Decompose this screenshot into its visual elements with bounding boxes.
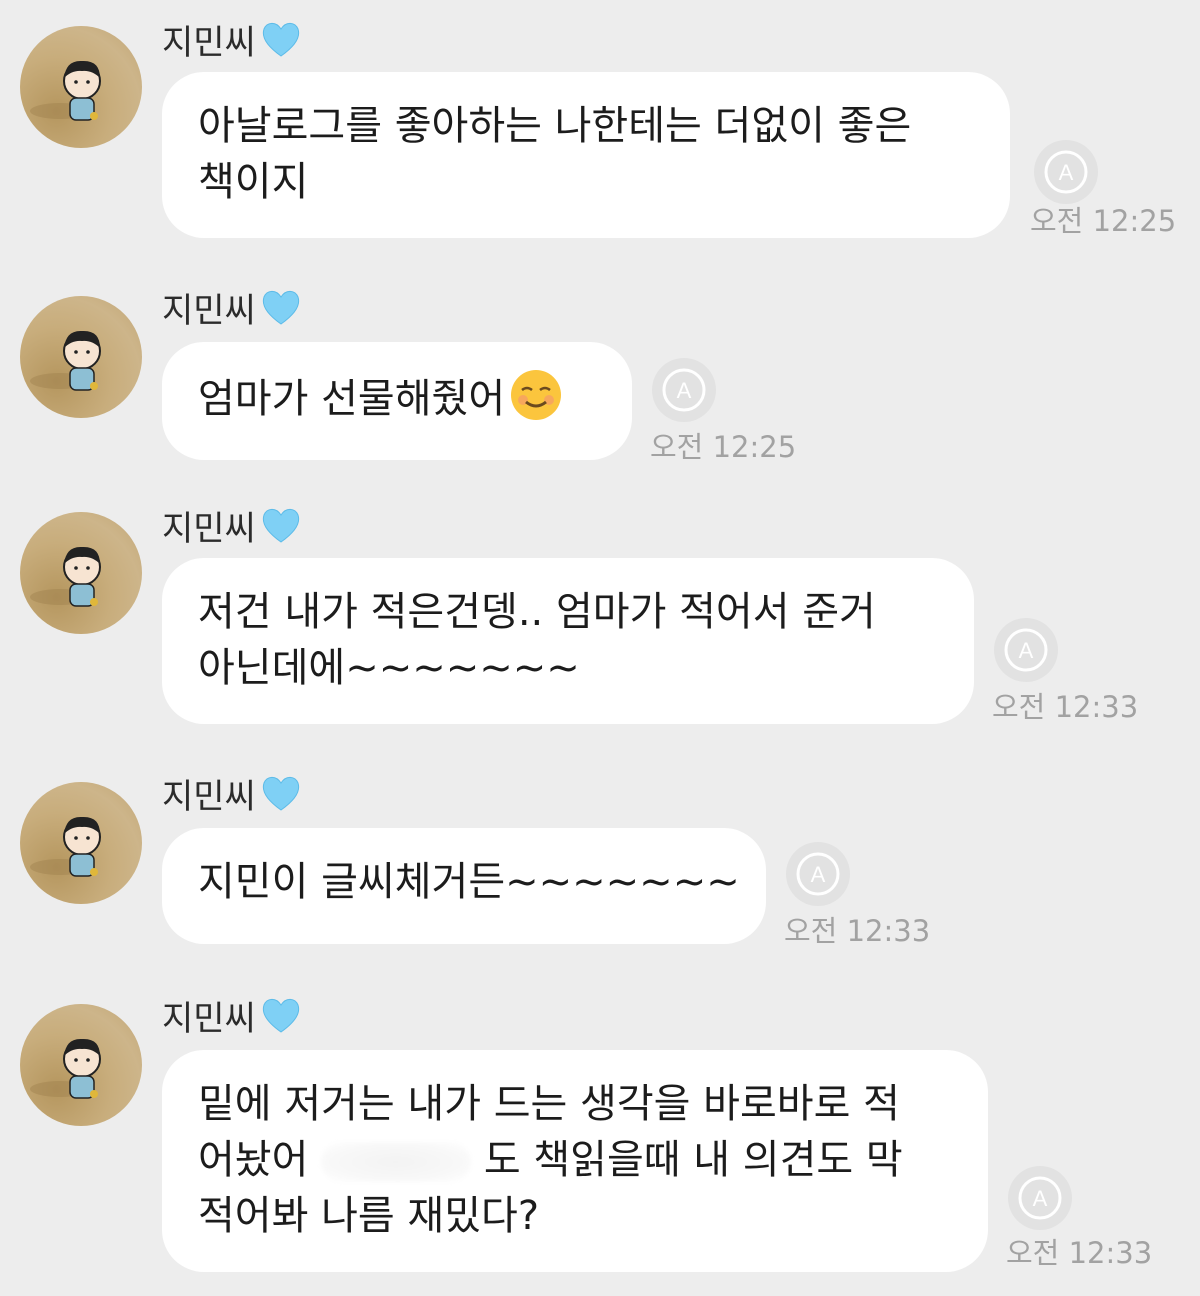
avatar-character-icon (30, 60, 101, 121)
message-text-line: 엄마가 선물해줬어 (198, 376, 506, 422)
message-timestamp: 오전 12:33 (1006, 1236, 1153, 1270)
auto-translate-icon[interactable]: A (1006, 1164, 1074, 1232)
sender-name: 지민씨 (162, 500, 302, 550)
auto-translate-icon[interactable]: A (1032, 138, 1100, 206)
avatar-character-icon (30, 1038, 101, 1099)
sender-name-label: 지민씨 (162, 776, 256, 817)
avatar[interactable] (20, 26, 142, 148)
message-text-line: 책이지 (198, 159, 309, 205)
auto-translate-icon[interactable]: A (992, 616, 1060, 684)
chat-log: 지민씨 아날로그를 좋아하는 나한테는 더없이 좋은 책이지 A 오전 12:2… (0, 0, 1200, 1296)
svg-text:A: A (1059, 160, 1074, 185)
message-text-line: 아닌데에~~~~~~~ (198, 645, 580, 691)
light-blue-heart-icon (262, 22, 299, 57)
light-blue-heart-icon (262, 290, 299, 325)
light-blue-heart-icon (262, 508, 299, 543)
message-bubble[interactable]: 저건 내가 적은건뎅.. 엄마가 적어서 준거 아닌데에~~~~~~~ (162, 558, 974, 724)
avatar[interactable] (20, 782, 142, 904)
sender-name-label: 지민씨 (162, 290, 256, 331)
sender-name-label: 지민씨 (162, 508, 256, 549)
message-timestamp: 오전 12:33 (784, 914, 931, 948)
auto-translate-icon[interactable]: A (650, 356, 718, 424)
sender-name: 지민씨 (162, 768, 302, 818)
redacted-name (321, 1142, 472, 1182)
message-bubble[interactable]: 아날로그를 좋아하는 나한테는 더없이 좋은 책이지 (162, 72, 1010, 238)
avatar[interactable] (20, 1004, 142, 1126)
light-blue-heart-icon (262, 776, 299, 811)
sender-name: 지민씨 (162, 14, 302, 64)
message-text-line-group: 어놨어 도 책읽을때 내 의견도 막 (198, 1132, 950, 1188)
message-timestamp: 오전 12:33 (992, 690, 1139, 724)
avatar-character-icon (30, 816, 101, 877)
message-text-line: 밑에 저거는 내가 드는 생각을 바로바로 적 (198, 1081, 900, 1127)
light-blue-heart-icon (262, 998, 299, 1033)
avatar-character-icon (30, 330, 101, 391)
sender-name-label: 지민씨 (162, 998, 256, 1039)
message-text-line: 아날로그를 좋아하는 나한테는 더없이 좋은 (198, 103, 912, 149)
message-timestamp: 오전 12:25 (1030, 204, 1177, 238)
sender-name: 지민씨 (162, 282, 302, 332)
message-text-line: 도 책읽을때 내 의견도 막 (483, 1137, 903, 1183)
message-timestamp: 오전 12:25 (650, 430, 797, 464)
message-text-line: 적어봐 나름 재밌다? (198, 1193, 540, 1239)
message-bubble[interactable]: 밑에 저거는 내가 드는 생각을 바로바로 적 어놨어 도 책읽을때 내 의견도… (162, 1050, 988, 1272)
message-text-line: 지민이 글씨체거든~~~~~~~ (198, 859, 740, 905)
sender-name-label: 지민씨 (162, 22, 256, 63)
avatar[interactable] (20, 296, 142, 418)
avatar[interactable] (20, 512, 142, 634)
auto-translate-icon[interactable]: A (784, 840, 852, 908)
svg-text:A: A (811, 862, 826, 887)
sender-name: 지민씨 (162, 990, 302, 1040)
smiling-face-emoji (511, 370, 562, 420)
message-bubble[interactable]: 지민이 글씨체거든~~~~~~~ (162, 828, 766, 944)
message-text-line: 저건 내가 적은건뎅.. 엄마가 적어서 준거 (198, 589, 876, 635)
svg-text:A: A (1033, 1186, 1048, 1211)
svg-text:A: A (677, 378, 692, 403)
message-bubble[interactable]: 엄마가 선물해줬어 (162, 342, 632, 460)
svg-text:A: A (1019, 638, 1034, 663)
avatar-character-icon (30, 546, 101, 607)
message-text-line: 어놨어 (198, 1137, 309, 1183)
